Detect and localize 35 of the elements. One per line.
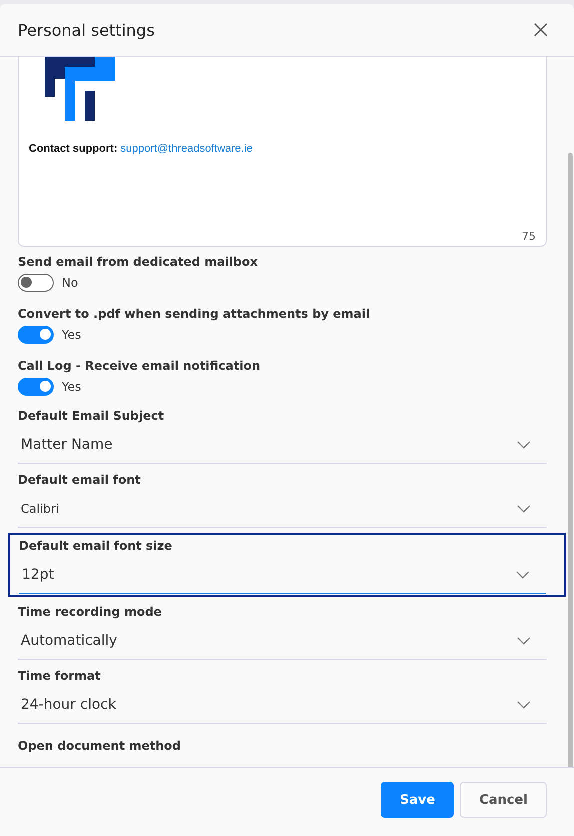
toggle-switch[interactable] bbox=[18, 378, 54, 396]
toggle-switch[interactable] bbox=[18, 274, 54, 292]
character-count: 75 bbox=[522, 230, 536, 243]
support-email-link[interactable]: support@threadsoftware.ie bbox=[120, 143, 253, 155]
cancel-button[interactable]: Cancel bbox=[460, 782, 547, 818]
dialog-title: Personal settings bbox=[18, 20, 155, 40]
toggle-switch[interactable] bbox=[18, 326, 54, 344]
toggle-state-text: Yes bbox=[62, 380, 82, 394]
dropdown-field[interactable]: Matter Name bbox=[18, 427, 547, 464]
logo-icon bbox=[45, 57, 117, 121]
chevron-down-icon bbox=[517, 637, 531, 645]
contact-support-text: Contact support: support@threadsoftware.ie bbox=[29, 143, 254, 155]
chevron-down-icon bbox=[517, 701, 531, 709]
scrollbar[interactable] bbox=[568, 153, 573, 767]
setting-label: Default email font bbox=[18, 473, 142, 487]
dropdown-field[interactable]: 12pt bbox=[19, 557, 546, 594]
chevron-down-icon bbox=[517, 441, 531, 449]
chevron-down-icon bbox=[517, 505, 531, 513]
setting-label: Default Email Subject bbox=[18, 409, 166, 423]
setting-label: Call Log - Receive email notification bbox=[18, 359, 262, 373]
setting-label: Default email font size bbox=[19, 539, 174, 553]
signature-editor[interactable]: Contact support: support@threadsoftware.ie 75 bbox=[18, 57, 547, 247]
setting-label: Time format bbox=[18, 669, 102, 683]
setting-label: Send email from dedicated mailbox bbox=[18, 255, 259, 269]
dropdown-field[interactable]: Automatically bbox=[18, 623, 547, 660]
dropdown-field[interactable]: Calibri bbox=[18, 491, 547, 528]
save-button[interactable]: Save bbox=[381, 782, 454, 818]
close-icon[interactable] bbox=[534, 23, 548, 37]
toggle-state-text: Yes bbox=[62, 328, 82, 342]
dropdown-field[interactable]: 24-hour clock bbox=[18, 687, 547, 724]
setting-label: Convert to .pdf when sending attachments by email bbox=[18, 307, 372, 321]
chevron-down-icon bbox=[516, 571, 530, 579]
setting-label: Open document method bbox=[18, 739, 181, 753]
toggle-state-text: No bbox=[62, 276, 78, 290]
setting-label: Time recording mode bbox=[18, 605, 163, 619]
